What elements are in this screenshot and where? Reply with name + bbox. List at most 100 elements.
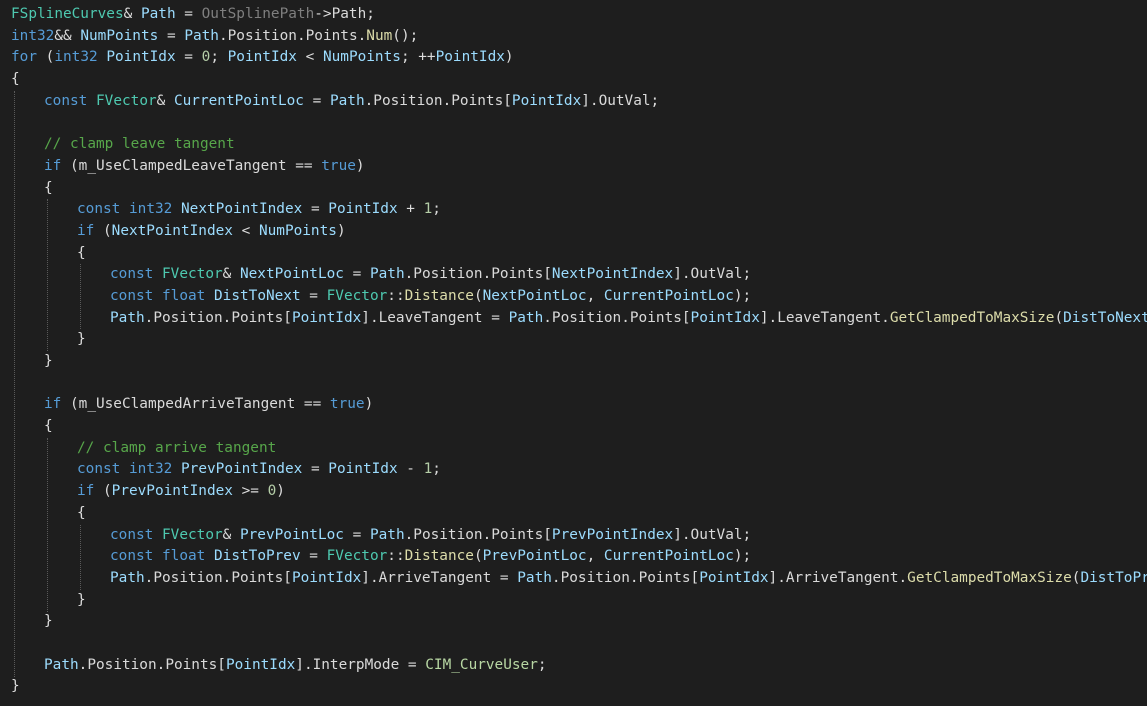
code-token-ident: DistToNext: [214, 287, 301, 304]
code-token-ident: PointIdx: [435, 49, 505, 66]
code-token-member: m_UseClampedLeaveTangent: [78, 157, 287, 174]
code-token-ident: Path: [517, 569, 552, 586]
code-line[interactable]: const FVector& PrevPointLoc = Path.Posit…: [11, 525, 1147, 547]
code-line[interactable]: }: [11, 351, 1147, 373]
code-token-member: LeaveTangent: [777, 309, 882, 326]
code-token-ident: NextPointLoc: [482, 287, 587, 304]
code-line[interactable]: {: [11, 69, 1147, 91]
code-line[interactable]: Path.Position.Points[PointIdx].InterpMod…: [11, 655, 1147, 677]
code-token-default: ;: [432, 201, 441, 218]
code-token-member: Points: [638, 569, 691, 586]
code-line[interactable]: {: [11, 503, 1147, 525]
code-token-default: [: [543, 266, 552, 283]
code-token-default: <: [232, 222, 259, 239]
code-line[interactable]: {: [11, 243, 1147, 265]
code-line[interactable]: if (m_UseClampedLeaveTangent == true): [11, 156, 1147, 178]
code-token-default: [153, 548, 162, 564]
code-area[interactable]: FSplineCurves& Path = OutSplinePath->Pat…: [11, 4, 1147, 698]
code-line[interactable]: if (PrevPointIndex >= 0): [11, 481, 1147, 503]
code-line[interactable]: }: [11, 329, 1147, 351]
code-line[interactable]: if (m_UseClampedArriveTangent == true): [11, 394, 1147, 416]
code-token-default: }: [77, 591, 86, 608]
code-line[interactable]: }: [11, 590, 1147, 612]
code-token-keyword: if: [44, 157, 62, 174]
code-token-ident: PointIdx: [511, 92, 582, 109]
code-token-ident: NumPoints: [322, 49, 401, 66]
code-token-default: ::: [387, 287, 405, 304]
code-token-member: Position: [153, 309, 223, 326]
code-token-default: ): [364, 396, 374, 413]
code-token-default: [120, 461, 129, 477]
code-token-default: .: [222, 309, 232, 326]
code-token-member: OutVal: [598, 92, 651, 109]
code-token-member: OutVal: [690, 526, 743, 543]
code-token-default: [172, 201, 181, 217]
code-line[interactable]: [11, 633, 1147, 655]
code-token-keyword: true: [321, 157, 356, 174]
code-line[interactable]: const float DistToNext = FVector::Distan…: [11, 286, 1147, 308]
code-token-default: [: [543, 526, 552, 543]
code-token-default: ==: [286, 157, 322, 174]
code-line[interactable]: const FVector& CurrentPointLoc = Path.Po…: [11, 91, 1147, 113]
code-token-ident: CurrentPointLoc: [603, 548, 734, 565]
code-token-member: Points: [491, 266, 544, 283]
code-token-ident: DistToNext: [1063, 309, 1147, 326]
code-line[interactable]: {: [11, 416, 1147, 438]
code-token-type: FVector: [326, 548, 388, 565]
code-token-default: .: [156, 656, 166, 673]
code-token-comment: // clamp leave tangent: [44, 136, 235, 153]
code-line[interactable]: {: [11, 178, 1147, 200]
code-token-default: =: [399, 656, 426, 673]
code-token-default: [87, 93, 96, 109]
code-token-default: .: [404, 526, 414, 543]
code-editor[interactable]: FSplineCurves& Path = OutSplinePath->Pat…: [0, 0, 1147, 706]
code-token-default: ;: [537, 656, 547, 673]
code-line[interactable]: Path.Position.Points[PointIdx].ArriveTan…: [11, 568, 1147, 590]
code-token-param: OutSplinePath: [201, 6, 315, 22]
code-line[interactable]: [11, 112, 1147, 134]
code-token-ident: PointIdx: [291, 569, 362, 586]
code-token-default: }: [44, 613, 53, 630]
code-token-member: Path: [331, 6, 367, 22]
code-line[interactable]: int32&& NumPoints = Path.Position.Points…: [11, 26, 1147, 48]
code-token-member: Points: [231, 569, 284, 586]
code-token-type: FVector: [162, 266, 223, 283]
code-token-keyword: if: [44, 396, 62, 413]
code-line[interactable]: // clamp arrive tangent: [11, 438, 1147, 460]
code-line[interactable]: for (int32 PointIdx = 0; PointIdx < NumP…: [11, 47, 1147, 69]
code-token-ident: CurrentPointLoc: [603, 287, 734, 304]
code-token-keyword: const: [110, 526, 154, 543]
code-token-func: Distance: [404, 287, 474, 304]
code-token-default: =: [302, 201, 329, 218]
code-line[interactable]: if (NextPointIndex < NumPoints): [11, 221, 1147, 243]
code-token-default: ();: [392, 27, 419, 44]
code-token-member: Position: [551, 309, 622, 326]
code-token-default: (: [94, 483, 112, 500]
code-token-keyword: int32: [11, 27, 55, 44]
code-token-member: LeaveTangent: [378, 309, 483, 326]
code-line[interactable]: // clamp leave tangent: [11, 134, 1147, 156]
code-token-func: Distance: [404, 548, 474, 565]
code-token-default: &: [156, 92, 174, 109]
code-line[interactable]: }: [11, 611, 1147, 633]
code-token-member: m_UseClampedArriveTangent: [78, 396, 296, 413]
code-line[interactable]: const int32 PrevPointIndex = PointIdx - …: [11, 459, 1147, 481]
code-token-default: [: [681, 309, 691, 326]
code-token-default: ==: [295, 396, 330, 413]
code-line[interactable]: const FVector& NextPointLoc = Path.Posit…: [11, 264, 1147, 286]
code-line[interactable]: FSplineCurves& Path = OutSplinePath->Pat…: [11, 4, 1147, 26]
code-token-number: 0: [267, 483, 277, 500]
code-line[interactable]: [11, 373, 1147, 395]
code-token-ident: PointIdx: [291, 309, 362, 326]
code-token-default: }: [11, 678, 20, 695]
code-token-keyword: int32: [129, 461, 173, 478]
code-token-default: ; ++: [400, 49, 436, 66]
code-line[interactable]: const float DistToPrev = FVector::Distan…: [11, 546, 1147, 568]
code-token-ident: PointIdx: [328, 461, 398, 478]
code-token-default: ;: [432, 461, 441, 478]
code-token-member: OutVal: [690, 266, 743, 283]
code-line[interactable]: }: [11, 676, 1147, 698]
code-line[interactable]: const int32 NextPointIndex = PointIdx + …: [11, 199, 1147, 221]
code-line[interactable]: Path.Position.Points[PointIdx].LeaveTang…: [11, 308, 1147, 330]
code-token-member: Position: [413, 266, 483, 283]
